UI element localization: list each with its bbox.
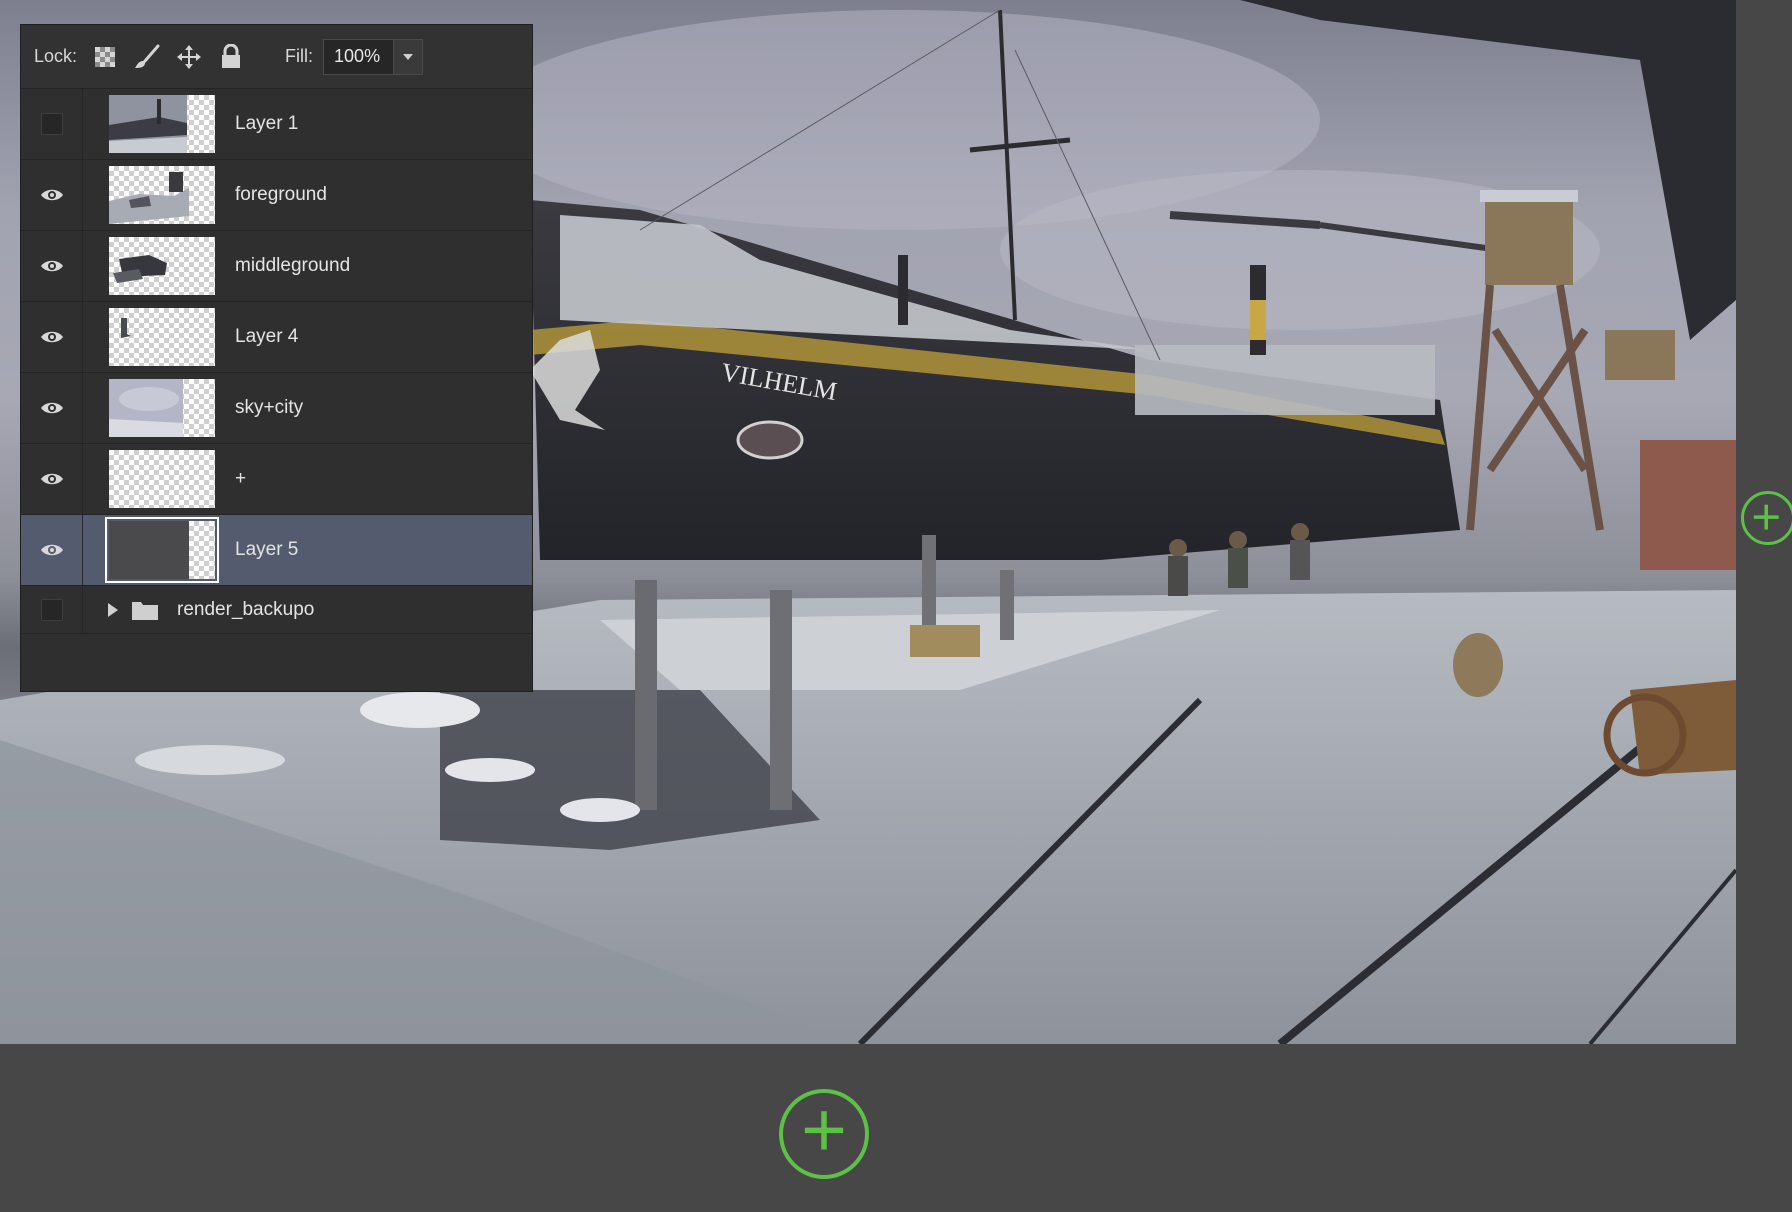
eye-icon[interactable] bbox=[40, 400, 64, 416]
fill-opacity-field[interactable]: 100% bbox=[323, 38, 424, 75]
layer-row[interactable]: Layer 1 bbox=[21, 89, 532, 160]
layer-thumbnail bbox=[109, 95, 215, 153]
plus-icon bbox=[804, 1111, 844, 1150]
visibility-off-box[interactable] bbox=[40, 113, 63, 135]
lock-transparent-pixels-icon[interactable] bbox=[91, 43, 119, 71]
layer-name: middleground bbox=[235, 255, 351, 276]
layers-panel: Lock: Fill: 100% Layer 1 foreground midd… bbox=[20, 24, 533, 692]
layer-row[interactable]: middleground bbox=[21, 231, 532, 302]
plus-icon bbox=[1753, 504, 1779, 530]
visibility-toggle[interactable] bbox=[21, 302, 83, 372]
layer-thumbnail bbox=[109, 308, 215, 366]
expand-arrow-icon[interactable] bbox=[105, 602, 121, 618]
layer-name: + bbox=[235, 468, 247, 489]
layer-thumbnail bbox=[109, 166, 215, 224]
layer-group-row[interactable]: render_backupo bbox=[21, 586, 532, 634]
layer-row-selected[interactable]: Layer 5 bbox=[21, 515, 532, 586]
lock-all-icon[interactable] bbox=[217, 43, 245, 71]
chevron-down-icon[interactable] bbox=[393, 39, 423, 74]
group-name: render_backupo bbox=[177, 598, 315, 620]
fill-label: Fill: bbox=[285, 46, 314, 66]
fill-value[interactable]: 100% bbox=[324, 46, 393, 67]
layer-row[interactable]: sky+city bbox=[21, 373, 532, 444]
layer-thumbnail bbox=[109, 237, 215, 295]
layer-row[interactable]: + bbox=[21, 444, 532, 515]
folder-icon bbox=[132, 601, 158, 620]
visibility-toggle[interactable] bbox=[21, 444, 83, 514]
eye-icon[interactable] bbox=[40, 471, 64, 487]
layer-thumbnail bbox=[109, 379, 215, 437]
add-canvas-right-button[interactable] bbox=[1741, 491, 1792, 545]
visibility-off-box[interactable] bbox=[40, 598, 63, 621]
eye-icon[interactable] bbox=[40, 258, 64, 274]
layer-name: Layer 1 bbox=[235, 113, 299, 134]
visibility-toggle[interactable] bbox=[21, 586, 83, 633]
lock-position-icon[interactable] bbox=[175, 43, 203, 71]
layer-row[interactable]: foreground bbox=[21, 160, 532, 231]
visibility-toggle[interactable] bbox=[21, 373, 83, 443]
visibility-toggle[interactable] bbox=[21, 515, 83, 585]
eye-icon[interactable] bbox=[40, 329, 64, 345]
lock-image-pixels-icon[interactable] bbox=[133, 43, 161, 71]
layer-name: foreground bbox=[235, 184, 327, 205]
visibility-toggle[interactable] bbox=[21, 160, 83, 230]
layer-name: Layer 5 bbox=[235, 539, 299, 560]
add-canvas-bottom-button[interactable] bbox=[779, 1089, 869, 1179]
layer-name: Layer 4 bbox=[235, 326, 299, 347]
lock-label: Lock: bbox=[34, 46, 78, 66]
lock-toolbar: Lock: Fill: 100% bbox=[21, 25, 532, 89]
layer-row[interactable]: Layer 4 bbox=[21, 302, 532, 373]
visibility-toggle[interactable] bbox=[21, 89, 83, 159]
eye-icon[interactable] bbox=[40, 187, 64, 203]
layer-name: sky+city bbox=[235, 397, 304, 418]
eye-icon[interactable] bbox=[40, 542, 64, 558]
layer-thumbnail bbox=[109, 450, 215, 508]
layer-thumbnail bbox=[105, 517, 219, 583]
visibility-toggle[interactable] bbox=[21, 231, 83, 301]
